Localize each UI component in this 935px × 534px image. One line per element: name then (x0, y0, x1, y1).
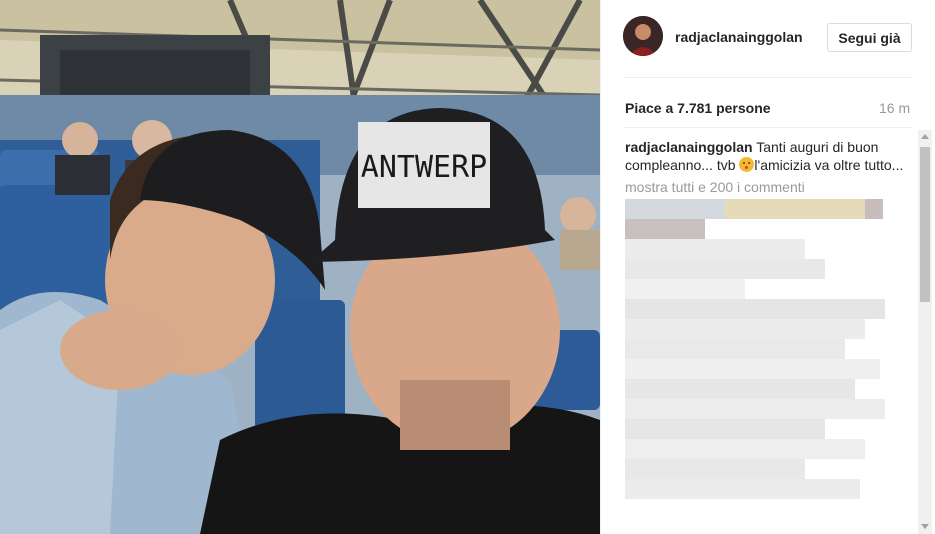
photo-illustration: ANTWERP (0, 0, 600, 534)
pixel-block (625, 299, 885, 319)
pixel-block (625, 459, 805, 479)
post-caption: radjaclanainggolan Tanti auguri di buon … (625, 138, 905, 174)
pixel-block (625, 379, 855, 399)
pixel-block (625, 319, 865, 339)
likes-count[interactable]: Piace a 7.781 persone (625, 100, 771, 116)
pixel-block (725, 199, 865, 219)
post-timestamp[interactable]: 16 m (879, 100, 910, 116)
scroll-down-arrow-icon[interactable] (918, 520, 932, 534)
pixelated-comments (625, 199, 887, 499)
post-header: radjaclanainggolan Segui già (601, 0, 935, 76)
pixel-block (625, 199, 725, 219)
kiss-face-emoji-icon (739, 157, 755, 172)
pixel-block (625, 419, 825, 439)
pixel-block (625, 259, 825, 279)
scroll-up-arrow-icon[interactable] (918, 130, 932, 144)
caption-text-part-2: l'amicizia va oltre tutto... (754, 157, 904, 173)
post-photo[interactable]: ANTWERP (0, 0, 600, 534)
cap-patch-text: ANTWERP (361, 150, 487, 185)
pixel-block (625, 239, 805, 259)
comments-section: radjaclanainggolan Tanti auguri di buon … (625, 138, 915, 528)
scrollbar-thumb[interactable] (920, 147, 930, 302)
pixel-block (625, 359, 880, 379)
caption-username[interactable]: radjaclanainggolan (625, 139, 753, 155)
comments-scrollbar[interactable] (918, 130, 932, 534)
header-divider (623, 77, 912, 78)
pixel-block (625, 439, 865, 459)
likes-divider (623, 127, 912, 128)
following-button[interactable]: Segui già (827, 23, 912, 52)
post-username[interactable]: radjaclanainggolan (675, 29, 803, 45)
pixel-block (625, 339, 845, 359)
pixel-block (865, 199, 883, 219)
view-all-comments-link[interactable]: mostra tutti e 200 i commenti (625, 179, 915, 195)
post-details-panel: radjaclanainggolan Segui già Piace a 7.7… (600, 0, 935, 534)
pixel-block (625, 279, 745, 299)
avatar-image-icon (623, 16, 663, 56)
pixel-block (625, 219, 705, 239)
pixel-block (625, 479, 860, 499)
pixel-block (625, 399, 885, 419)
avatar[interactable] (623, 16, 663, 56)
